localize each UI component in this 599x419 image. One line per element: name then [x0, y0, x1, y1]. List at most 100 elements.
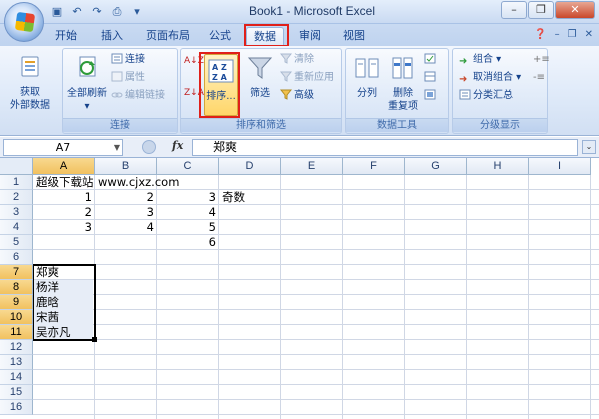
consolidate-button[interactable]	[424, 71, 438, 85]
row-header-15[interactable]: 15	[0, 385, 33, 400]
expand-formula-bar-icon[interactable]: ⌄	[582, 140, 596, 154]
group-outline: ➜ 组合 ▾ ➜ 取消组合 ▾ 分类汇总 +≡ -≡ 分级显示	[452, 48, 550, 134]
name-box-value: A7	[55, 141, 71, 154]
cell-a7[interactable]: 郑爽	[34, 265, 93, 280]
cell-area[interactable]: 超级下载站 www.cjxz.com 1 2 3 奇数 2 3 4 3 4 5 6 郑爽 杨洋 鹿晗 宋茜 吴亦凡	[32, 175, 599, 419]
cell-b1[interactable]: www.cjxz.com	[96, 175, 220, 190]
subtotal-button[interactable]: 分类汇总	[459, 89, 513, 103]
cell-d2[interactable]: 奇数	[220, 190, 344, 205]
cell-c4[interactable]: 5	[158, 220, 219, 235]
clear-filter-button[interactable]: 清除	[280, 53, 314, 67]
edit-links-button[interactable]: 编辑链接	[111, 89, 165, 103]
help-icon[interactable]: ❓	[534, 29, 546, 40]
column-header-b[interactable]: B	[95, 158, 157, 175]
advanced-label: 高级	[294, 90, 314, 101]
save-icon[interactable]: ▣	[48, 4, 66, 20]
column-header-h[interactable]: H	[467, 158, 529, 175]
remove-duplicates-icon	[392, 57, 413, 79]
formula-input[interactable]: 郑爽	[192, 139, 578, 156]
tab-formulas[interactable]: 公式	[204, 27, 236, 46]
cell-a4[interactable]: 3	[34, 220, 95, 235]
row-header-7[interactable]: 7	[0, 265, 33, 280]
row-header-8[interactable]: 8	[0, 280, 33, 295]
remove-duplicates-button[interactable]: 删除 重复项	[386, 55, 420, 113]
row-header-3[interactable]: 3	[0, 205, 33, 220]
show-detail-icon[interactable]: +≡	[533, 53, 550, 67]
database-icon	[21, 56, 39, 77]
row-header-10[interactable]: 10	[0, 310, 33, 325]
hide-detail-icon[interactable]: -≡	[533, 71, 545, 85]
filter-button[interactable]: 筛选	[243, 55, 277, 100]
cell-a2[interactable]: 1	[34, 190, 95, 205]
advanced-filter-button[interactable]: 高级	[280, 89, 314, 103]
fill-handle[interactable]	[92, 337, 97, 342]
undo-icon[interactable]: ↶	[68, 4, 86, 20]
row-header-11[interactable]: 11	[0, 325, 33, 340]
close-button[interactable]: ✕	[555, 1, 595, 19]
cell-a10[interactable]: 宋茜	[34, 310, 93, 325]
cell-a11[interactable]: 吴亦凡	[34, 325, 93, 340]
tab-home[interactable]: 开始	[50, 27, 82, 46]
cell-a3[interactable]: 2	[34, 205, 95, 220]
redo-icon[interactable]: ↷	[88, 4, 106, 20]
cell-b3[interactable]: 3	[96, 205, 157, 220]
row-header-9[interactable]: 9	[0, 295, 33, 310]
office-button[interactable]	[4, 2, 44, 42]
row-header-13[interactable]: 13	[0, 355, 33, 370]
get-external-data-button[interactable]: 获取 外部数据	[6, 54, 54, 112]
name-box[interactable]: A7 ▼	[3, 139, 123, 156]
column-header-f[interactable]: F	[343, 158, 405, 175]
row-header-2[interactable]: 2	[0, 190, 33, 205]
column-header-i[interactable]: I	[529, 158, 591, 175]
minimize-button[interactable]: –	[501, 1, 527, 19]
edit-links-label: 编辑链接	[125, 90, 165, 101]
ribbon-close-icon[interactable]: ✕	[585, 29, 593, 40]
refresh-dropdown-icon[interactable]: ▾	[65, 100, 109, 113]
qat-dropdown-icon[interactable]: ▾	[128, 4, 146, 20]
insert-function-button[interactable]: fx	[172, 139, 183, 152]
row-header-5[interactable]: 5	[0, 235, 33, 250]
column-header-g[interactable]: G	[405, 158, 467, 175]
cell-a9[interactable]: 鹿晗	[34, 295, 93, 310]
refresh-all-button[interactable]: 全部刷新 ▾	[65, 55, 109, 113]
row-header-12[interactable]: 12	[0, 340, 33, 355]
cell-c3[interactable]: 4	[158, 205, 219, 220]
column-header-c[interactable]: C	[157, 158, 219, 175]
row-header-1[interactable]: 1	[0, 175, 33, 190]
cell-c5[interactable]: 6	[158, 235, 219, 250]
cell-b4[interactable]: 4	[96, 220, 157, 235]
row-header-6[interactable]: 6	[0, 250, 33, 265]
tab-page-layout[interactable]: 页面布局	[140, 27, 196, 46]
tab-view[interactable]: 视图	[338, 27, 370, 46]
data-validation-button[interactable]	[424, 53, 438, 67]
cell-b2[interactable]: 2	[96, 190, 157, 205]
ungroup-button[interactable]: ➜ 取消组合 ▾	[459, 71, 521, 85]
formula-bar-resize-handle[interactable]	[142, 140, 156, 154]
text-to-columns-button[interactable]: 分列	[350, 55, 384, 100]
properties-button[interactable]: 属性	[111, 71, 145, 85]
restore-button[interactable]: ❐	[528, 1, 554, 19]
tab-review[interactable]: 审阅	[294, 27, 326, 46]
row-header-16[interactable]: 16	[0, 400, 33, 415]
column-header-a[interactable]: A	[33, 158, 95, 175]
reapply-button[interactable]: 重新应用	[280, 71, 334, 85]
group-button[interactable]: ➜ 组合 ▾	[459, 53, 501, 67]
connections-button[interactable]: 连接	[111, 53, 145, 67]
column-header-e[interactable]: E	[281, 158, 343, 175]
group-icon: ➜	[459, 56, 468, 67]
row-header-14[interactable]: 14	[0, 370, 33, 385]
select-all-button[interactable]	[0, 158, 33, 175]
cell-a8[interactable]: 杨洋	[34, 280, 93, 295]
ribbon-restore-icon[interactable]: ❐	[568, 29, 577, 40]
ribbon-minimize-icon[interactable]: –	[555, 29, 560, 40]
print-preview-icon[interactable]: ⎙	[108, 4, 126, 20]
ribbon-tabs: 开始 插入 页面布局 公式 数据 审阅 视图 ❓ – ❐ ✕	[0, 24, 599, 46]
column-header-d[interactable]: D	[219, 158, 281, 175]
name-box-dropdown-icon[interactable]: ▼	[114, 140, 120, 155]
reapply-label: 重新应用	[294, 72, 334, 83]
row-header-4[interactable]: 4	[0, 220, 33, 235]
window-controls: – ❐ ✕	[501, 1, 595, 19]
what-if-button[interactable]	[424, 89, 438, 103]
cell-c2[interactable]: 3	[158, 190, 219, 205]
tab-insert[interactable]: 插入	[96, 27, 128, 46]
